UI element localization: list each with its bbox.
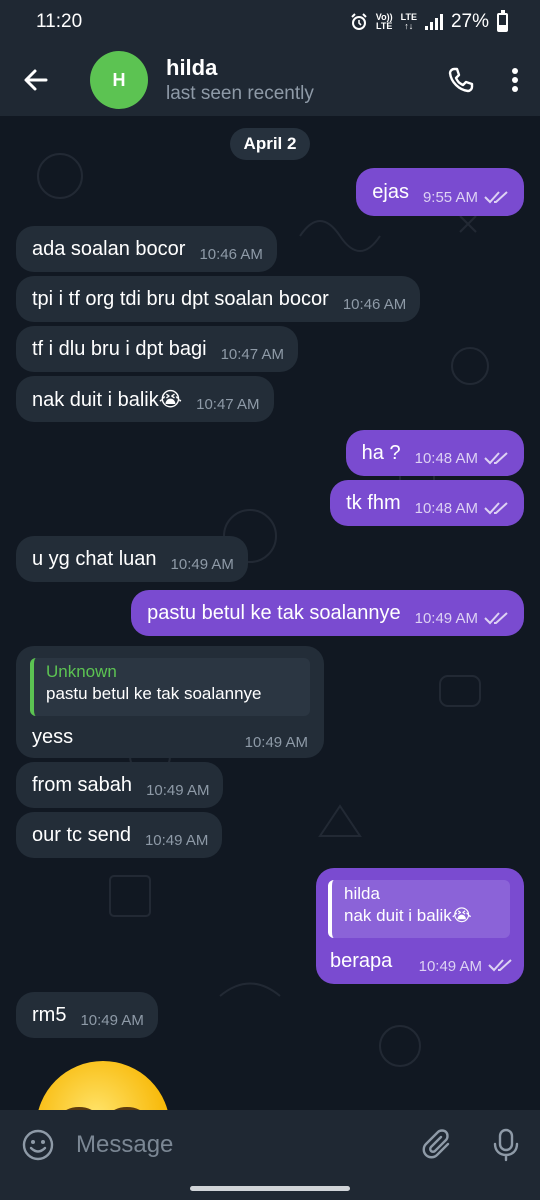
status-bar: 11:20 Vo)) LTE LTE ↑↓ 27% <box>0 0 540 44</box>
message-time: 10:49 AM <box>170 555 234 573</box>
message-bubble-incoming[interactable]: our tc send 10:49 AM <box>16 812 223 858</box>
double-check-icon <box>484 501 510 515</box>
message-bubble-incoming[interactable]: nak duit i balik😭 10:47 AM <box>16 376 274 422</box>
message-time: 10:48 AM <box>414 449 478 467</box>
message-bubble-incoming[interactable]: from sabah 10:49 AM <box>16 762 224 808</box>
chat-area[interactable]: April 2 ejas 9:55 AM ada soalan bocor 10… <box>0 116 540 1110</box>
system-nav-bar <box>0 1180 540 1200</box>
emoji-button[interactable] <box>0 1110 76 1180</box>
avatar-initial: H <box>112 69 126 90</box>
back-button[interactable] <box>0 44 72 116</box>
message-bubble-outgoing-reply[interactable]: hilda nak duit i balik😭 berapa 10:49 AM <box>316 868 524 984</box>
message-bubble-incoming-reply[interactable]: Unknown pastu betul ke tak soalannye yes… <box>16 646 324 758</box>
message-time: 10:49 AM <box>244 734 308 751</box>
attach-button[interactable] <box>404 1110 472 1180</box>
message-text: nak duit i balik😭 <box>32 388 183 411</box>
message-text: berapa <box>330 950 393 972</box>
message-text: u yg chat luan <box>32 547 157 570</box>
message-text: tf i dlu bru i dpt bagi <box>32 337 207 360</box>
message-text: rm5 <box>32 1003 67 1026</box>
reply-text: nak duit i balik😭 <box>344 906 472 925</box>
signal-icon <box>424 14 443 30</box>
microphone-icon <box>493 1128 519 1162</box>
message-time: 10:48 AM <box>414 499 478 517</box>
more-button[interactable] <box>490 44 540 116</box>
message-text: tk fhm <box>346 491 401 514</box>
message-time: 10:49 AM <box>414 609 478 627</box>
status-icons: Vo)) LTE LTE ↑↓ 27% <box>350 9 508 33</box>
contact-status: last seen recently <box>166 83 314 104</box>
back-arrow-icon <box>24 69 48 91</box>
voice-button[interactable] <box>472 1110 540 1180</box>
call-button[interactable] <box>432 44 490 116</box>
message-time: 9:55 AM <box>422 188 478 206</box>
avatar[interactable]: H <box>90 51 148 109</box>
message-time: 10:49 AM <box>80 1011 144 1029</box>
message-bubble-incoming[interactable]: ada soalan bocor 10:46 AM <box>16 226 277 272</box>
alarm-icon <box>351 13 367 30</box>
message-text: tpi i tf org tdi bru dpt soalan bocor <box>32 287 329 310</box>
battery-percent: 27% <box>450 11 489 32</box>
message-time: 10:49 AM <box>418 958 482 975</box>
reply-text: pastu betul ke tak soalannye <box>46 684 262 703</box>
double-check-icon <box>484 451 510 465</box>
message-time: 10:49 AM <box>144 831 209 849</box>
message-time: 10:47 AM <box>196 395 260 413</box>
emoji-icon <box>22 1129 54 1161</box>
message-bubble-outgoing[interactable]: pastu betul ke tak soalannye 10:49 AM <box>131 590 524 636</box>
message-input-bar <box>0 1110 540 1180</box>
reply-quote[interactable]: Unknown pastu betul ke tak soalannye <box>30 658 310 716</box>
reply-author: hilda <box>344 884 380 903</box>
more-vertical-icon <box>512 68 518 92</box>
message-time: 10:49 AM <box>146 781 210 799</box>
message-text: pastu betul ke tak soalannye <box>147 601 401 624</box>
message-time: 10:47 AM <box>220 345 284 363</box>
reply-quote[interactable]: hilda nak duit i balik😭 <box>328 880 510 938</box>
message-bubble-incoming[interactable]: tf i dlu bru i dpt bagi 10:47 AM <box>16 326 298 372</box>
message-time: 10:46 AM <box>342 295 407 313</box>
message-bubble-outgoing[interactable]: tk fhm 10:48 AM <box>330 480 524 526</box>
double-check-icon <box>484 190 510 204</box>
date-separator: April 2 <box>230 128 310 160</box>
message-bubble-outgoing[interactable]: ha ? 10:48 AM <box>345 430 524 476</box>
contact-info[interactable]: hilda last seen recently <box>166 55 432 105</box>
chat-header: H hilda last seen recently <box>0 44 540 116</box>
message-input[interactable] <box>76 1131 404 1159</box>
contact-name: hilda <box>166 55 218 80</box>
message-text: ejas <box>372 180 409 203</box>
status-time: 11:20 <box>36 11 83 32</box>
message-bubble-incoming[interactable]: tpi i tf org tdi bru dpt soalan bocor 10… <box>16 276 421 322</box>
home-handle[interactable] <box>190 1186 350 1191</box>
double-check-icon <box>484 611 510 625</box>
attach-icon <box>422 1129 450 1159</box>
volte-indicator: Vo)) LTE <box>375 12 393 31</box>
message-text: ha ? <box>361 441 401 464</box>
message-text: ada soalan bocor <box>32 237 186 260</box>
reply-author: Unknown <box>46 662 117 681</box>
double-check-icon <box>488 958 514 975</box>
message-text: from sabah <box>32 773 133 796</box>
message-text: yess <box>32 726 74 748</box>
phone-icon <box>448 67 474 93</box>
message-text: our tc send <box>32 823 131 846</box>
lte-indicator: LTE ↑↓ <box>400 12 417 31</box>
battery-icon <box>497 9 508 32</box>
message-time: 10:46 AM <box>199 245 263 263</box>
message-bubble-incoming[interactable]: u yg chat luan 10:49 AM <box>16 536 248 582</box>
message-bubble-outgoing[interactable]: ejas 9:55 AM <box>356 168 524 216</box>
message-bubble-incoming[interactable]: rm5 10:49 AM <box>16 992 158 1038</box>
